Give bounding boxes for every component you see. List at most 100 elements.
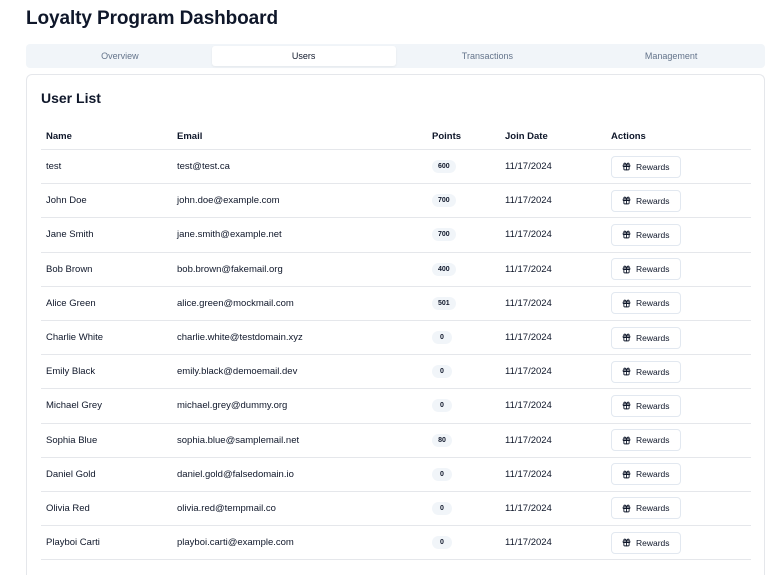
points-badge: 0 (432, 467, 452, 481)
dashboard-page: Loyalty Program Dashboard Overview Users… (0, 0, 769, 575)
column-header-email: Email (172, 123, 427, 150)
table-row: Emily Black emily.black@demoemail.dev 0 … (41, 354, 751, 390)
rewards-button[interactable]: Rewards (611, 531, 681, 554)
join-date: 11/17/2024 (500, 491, 606, 527)
user-email: charlie.white@testdomain.xyz (172, 320, 427, 356)
user-table-body: test test@test.ca 600 11/17/2024 Rewards… (41, 149, 751, 561)
rewards-button[interactable]: Rewards (611, 326, 681, 349)
actions-cell: Rewards (606, 423, 751, 458)
tab-users[interactable]: Users (211, 46, 396, 66)
points-badge: 700 (432, 194, 456, 208)
points-badge: 0 (432, 399, 452, 413)
table-row: Charlie White charlie.white@testdomain.x… (41, 320, 751, 356)
user-name: test (41, 149, 172, 185)
points-cell: 700 (427, 183, 500, 219)
tab-management[interactable]: Management (579, 46, 763, 66)
rewards-button[interactable]: Rewards (611, 463, 681, 486)
gift-icon (622, 333, 631, 342)
rewards-button[interactable]: Rewards (611, 155, 681, 178)
join-date: 11/17/2024 (500, 149, 606, 185)
user-email: sophia.blue@samplemail.net (172, 423, 427, 458)
points-cell: 0 (427, 457, 500, 492)
user-list-card: User List Name Email Points Join Date Ac… (26, 74, 765, 575)
table-row: test test@test.ca 600 11/17/2024 Rewards (41, 149, 751, 185)
rewards-button-label: Rewards (636, 366, 670, 377)
rewards-button[interactable]: Rewards (611, 360, 681, 383)
table-row: Jane Smith jane.smith@example.net 700 11… (41, 217, 751, 253)
user-name: Jane Smith (41, 217, 172, 253)
points-cell: 0 (427, 388, 500, 424)
rewards-button-label: Rewards (636, 332, 670, 343)
rewards-button[interactable]: Rewards (611, 394, 681, 417)
actions-cell: Rewards (606, 491, 751, 527)
user-email: test@test.ca (172, 149, 427, 185)
user-list-title: User List (41, 90, 101, 106)
points-cell: 600 (427, 149, 500, 185)
tab-transactions[interactable]: Transactions (396, 46, 580, 66)
table-header-row: Name Email Points Join Date Actions (41, 123, 751, 150)
user-email: john.doe@example.com (172, 183, 427, 219)
rewards-button[interactable]: Rewards (611, 497, 681, 520)
user-table: Name Email Points Join Date Actions test… (41, 123, 751, 561)
rewards-button[interactable]: Rewards (611, 429, 681, 452)
rewards-button[interactable]: Rewards (611, 189, 681, 212)
join-date: 11/17/2024 (500, 217, 606, 253)
actions-cell: Rewards (606, 252, 751, 287)
column-header-name: Name (41, 123, 172, 150)
user-email: olivia.red@tempmail.co (172, 491, 427, 527)
rewards-button-label: Rewards (636, 400, 670, 411)
join-date: 11/17/2024 (500, 423, 606, 458)
join-date: 11/17/2024 (500, 320, 606, 356)
points-badge: 0 (432, 365, 452, 379)
join-date: 11/17/2024 (500, 354, 606, 390)
gift-icon (622, 538, 631, 547)
gift-icon (622, 470, 631, 479)
rewards-button-label: Rewards (636, 264, 670, 275)
user-email: jane.smith@example.net (172, 217, 427, 253)
gift-icon (622, 299, 631, 308)
points-cell: 0 (427, 525, 500, 561)
rewards-button-label: Rewards (636, 469, 670, 480)
points-badge: 0 (432, 501, 452, 515)
points-badge: 0 (432, 536, 452, 550)
points-badge: 80 (432, 433, 452, 447)
table-row: Sophia Blue sophia.blue@samplemail.net 8… (41, 423, 751, 458)
rewards-button-label: Rewards (636, 298, 670, 309)
table-row: Bob Brown bob.brown@fakemail.org 400 11/… (41, 252, 751, 287)
points-badge: 501 (432, 296, 456, 310)
points-cell: 80 (427, 423, 500, 458)
rewards-button[interactable]: Rewards (611, 258, 681, 281)
user-name: Alice Green (41, 286, 172, 321)
points-cell: 0 (427, 354, 500, 390)
rewards-button[interactable]: Rewards (611, 292, 681, 315)
table-row: John Doe john.doe@example.com 700 11/17/… (41, 183, 751, 219)
user-email: michael.grey@dummy.org (172, 388, 427, 424)
actions-cell: Rewards (606, 354, 751, 390)
user-name: Sophia Blue (41, 423, 172, 458)
rewards-button-label: Rewards (636, 537, 670, 548)
actions-cell: Rewards (606, 388, 751, 424)
user-name: Daniel Gold (41, 457, 172, 492)
user-name: Charlie White (41, 320, 172, 356)
gift-icon (622, 230, 631, 239)
user-email: playboi.carti@example.com (172, 525, 427, 561)
tab-overview[interactable]: Overview (28, 46, 212, 66)
join-date: 11/17/2024 (500, 388, 606, 424)
rewards-button-label: Rewards (636, 435, 670, 446)
actions-cell: Rewards (606, 457, 751, 492)
table-row: Playboi Carti playboi.carti@example.com … (41, 525, 751, 561)
user-name: Olivia Red (41, 491, 172, 527)
gift-icon (622, 504, 631, 513)
join-date: 11/17/2024 (500, 457, 606, 492)
page-title: Loyalty Program Dashboard (26, 8, 278, 29)
column-header-actions: Actions (606, 123, 751, 150)
user-name: Emily Black (41, 354, 172, 390)
user-name: Michael Grey (41, 388, 172, 424)
gift-icon (622, 196, 631, 205)
rewards-button[interactable]: Rewards (611, 223, 681, 246)
table-row: Olivia Red olivia.red@tempmail.co 0 11/1… (41, 491, 751, 527)
rewards-button-label: Rewards (636, 161, 670, 172)
gift-icon (622, 401, 631, 410)
actions-cell: Rewards (606, 286, 751, 321)
points-cell: 0 (427, 491, 500, 527)
